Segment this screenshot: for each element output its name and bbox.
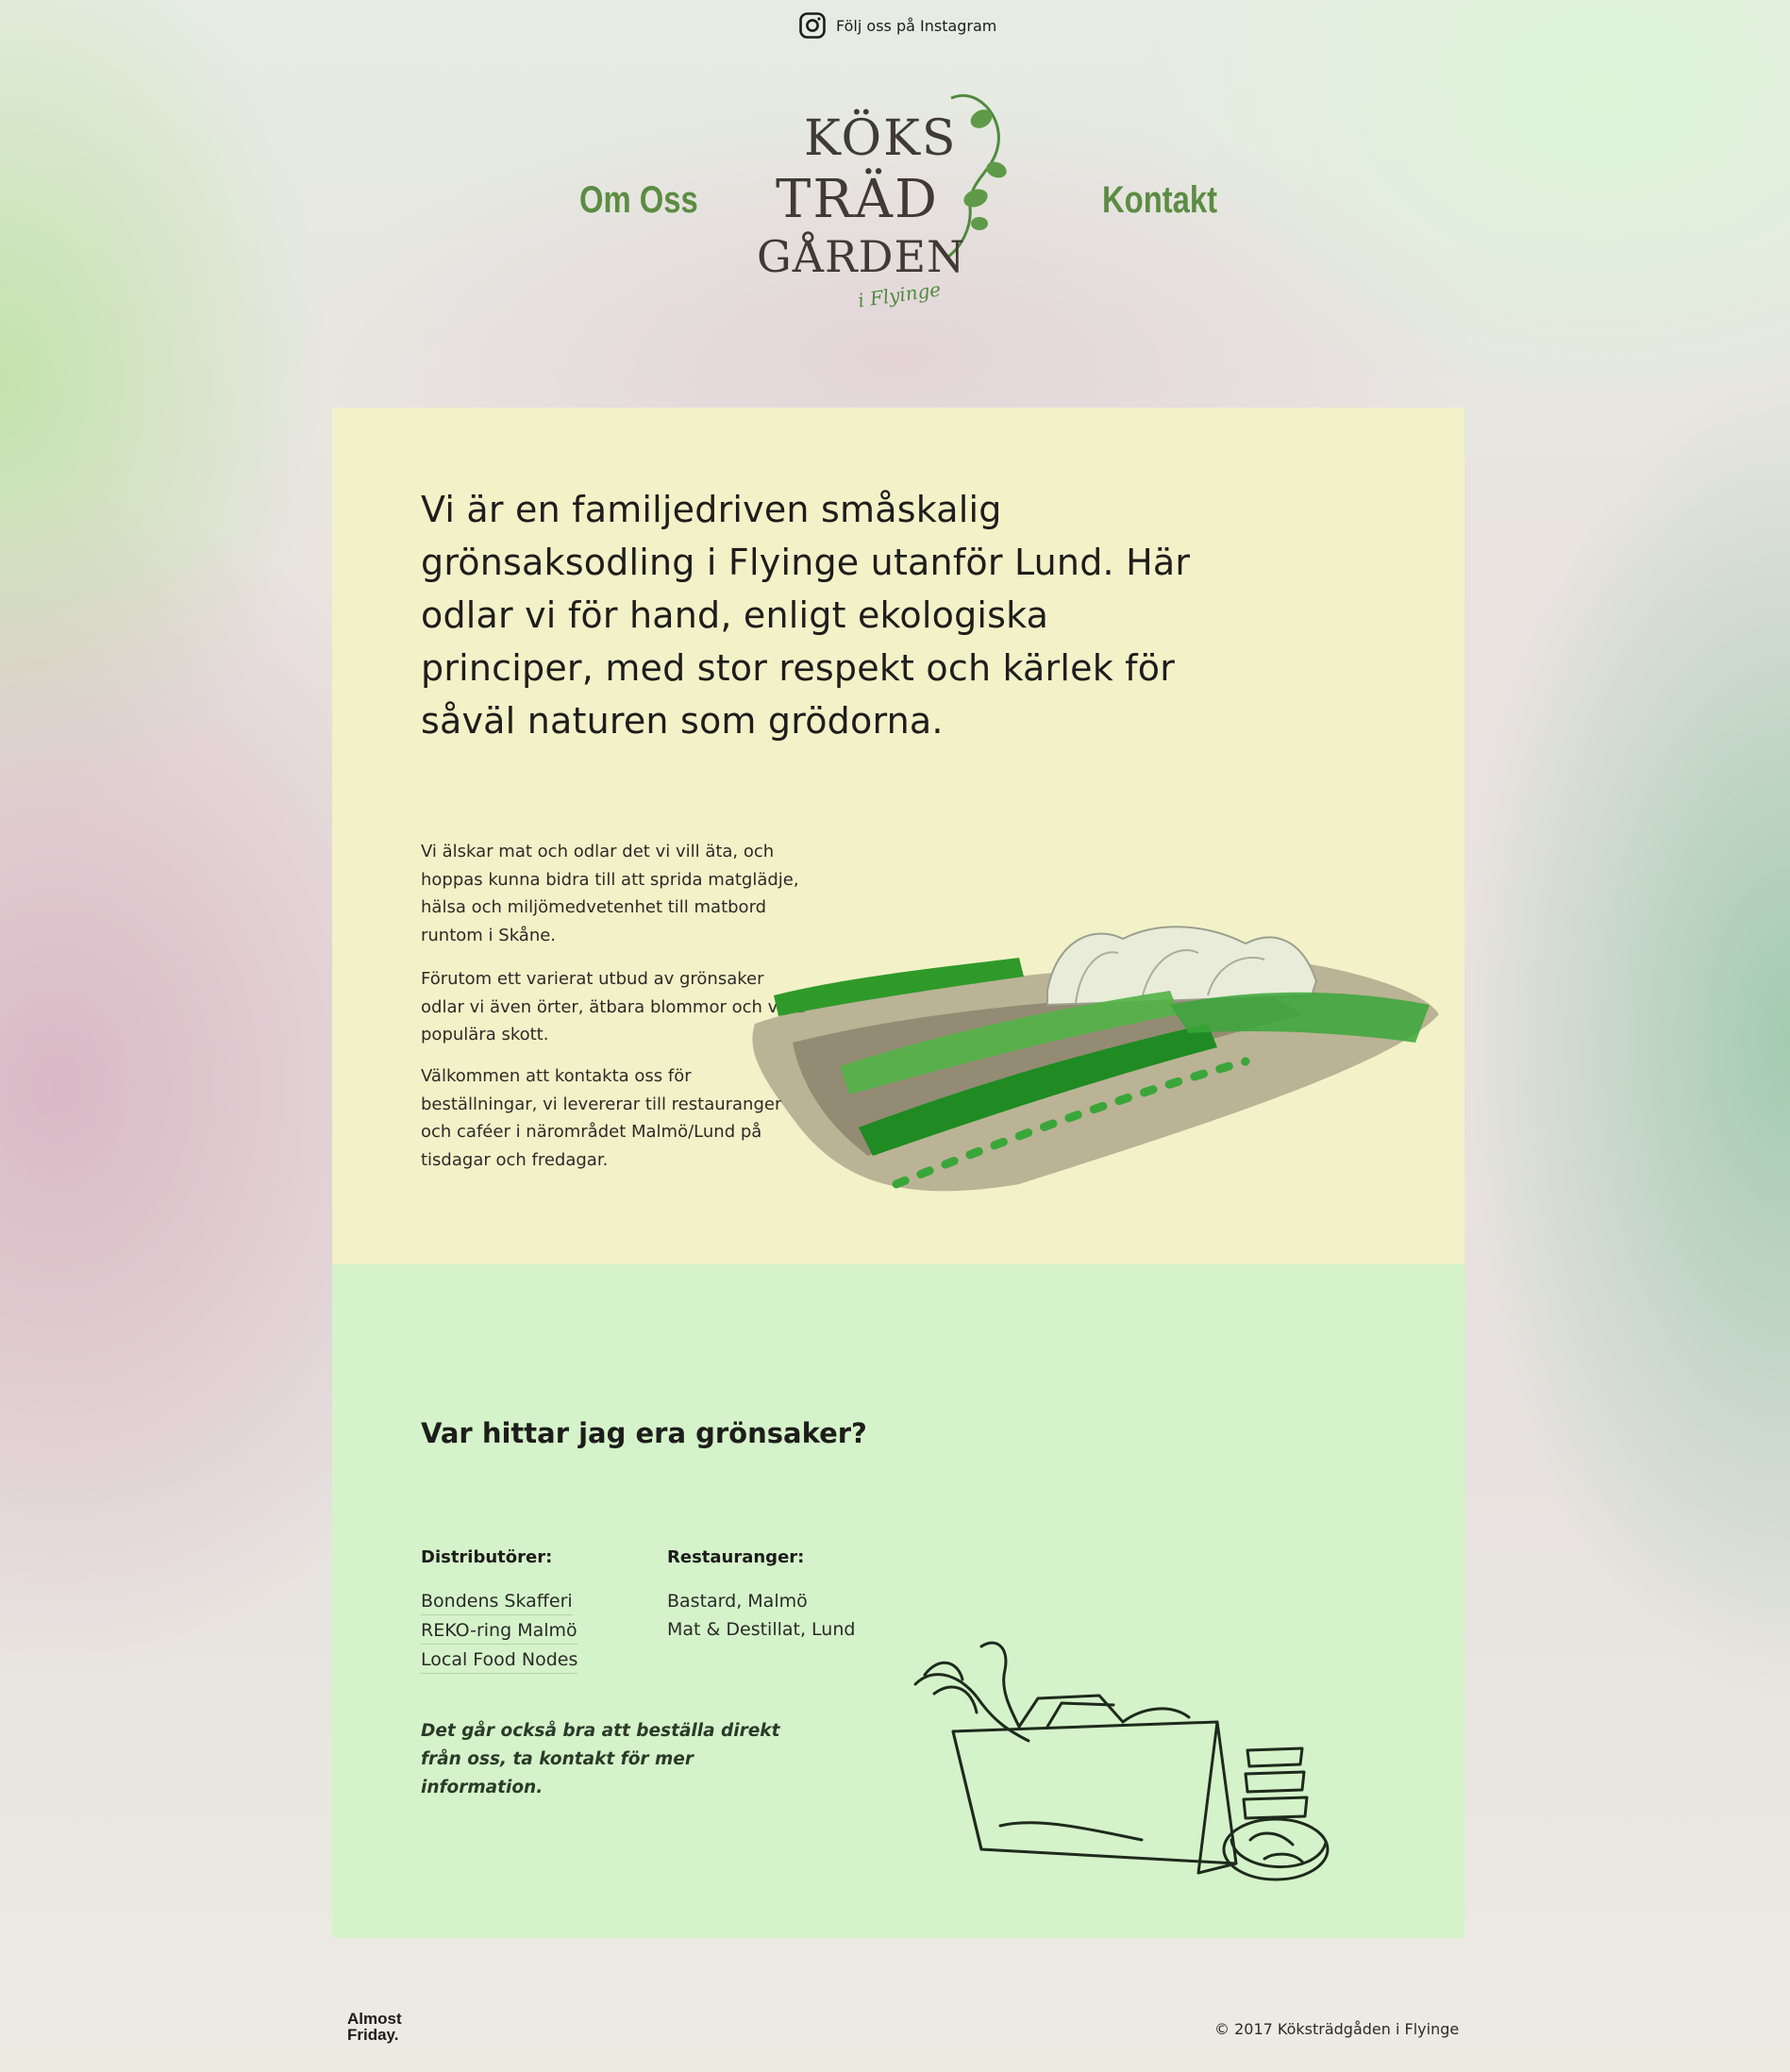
grocery-bag-illustration [913, 1641, 1330, 1881]
intro-lead: Vi är en familjedriven småskalig grönsak… [421, 489, 1191, 742]
almost-friday-line2: Friday. [347, 2026, 399, 2044]
restaurant-item: Mat & Destillat, Lund [667, 1619, 856, 1640]
almost-friday-logo[interactable]: Almost Friday. [347, 2011, 402, 2043]
distributors-heading: Distributörer: [421, 1547, 553, 1567]
instagram-icon [799, 12, 826, 39]
restaurants-list: Bastard, Malmö Mat & Destillat, Lund [667, 1588, 855, 1645]
logo-line2: TRÄD [776, 168, 939, 230]
instagram-link[interactable]: Följ oss på Instagram [798, 9, 996, 42]
logo-line1: KÖKS [804, 109, 958, 167]
logo-script: i Flyinge [857, 277, 943, 311]
garden-illustration [752, 926, 1439, 1192]
restaurant-item: Bastard, Malmö [667, 1591, 808, 1612]
distributors-list: Bondens Skafferi REKO-ring Malmö Local F… [421, 1588, 578, 1676]
nav-contact-link[interactable]: Kontakt [1102, 179, 1217, 222]
distributor-link[interactable]: REKO-ring Malmö [421, 1617, 577, 1645]
where-heading: Var hittar jag era grönsaker? [421, 1417, 867, 1449]
distributor-link[interactable]: Local Food Nodes [421, 1646, 578, 1674]
copyright: © 2017 Köksträdgåden i Flyinge [1214, 2020, 1460, 2038]
logo[interactable]: KÖKS TRÄD GÅRDEN i Flyinge [755, 87, 1029, 323]
distributor-link[interactable]: Bondens Skafferi [421, 1588, 573, 1615]
nav-about-link[interactable]: Om Oss [579, 179, 698, 222]
instagram-label: Följ oss på Instagram [836, 16, 997, 35]
restaurants-heading: Restauranger: [667, 1547, 805, 1567]
almost-friday-line1: Almost [347, 2010, 402, 2028]
logo-line3: GÅRDEN [757, 230, 965, 282]
order-note: Det går också bra att beställa direkt fr… [421, 1721, 780, 1797]
